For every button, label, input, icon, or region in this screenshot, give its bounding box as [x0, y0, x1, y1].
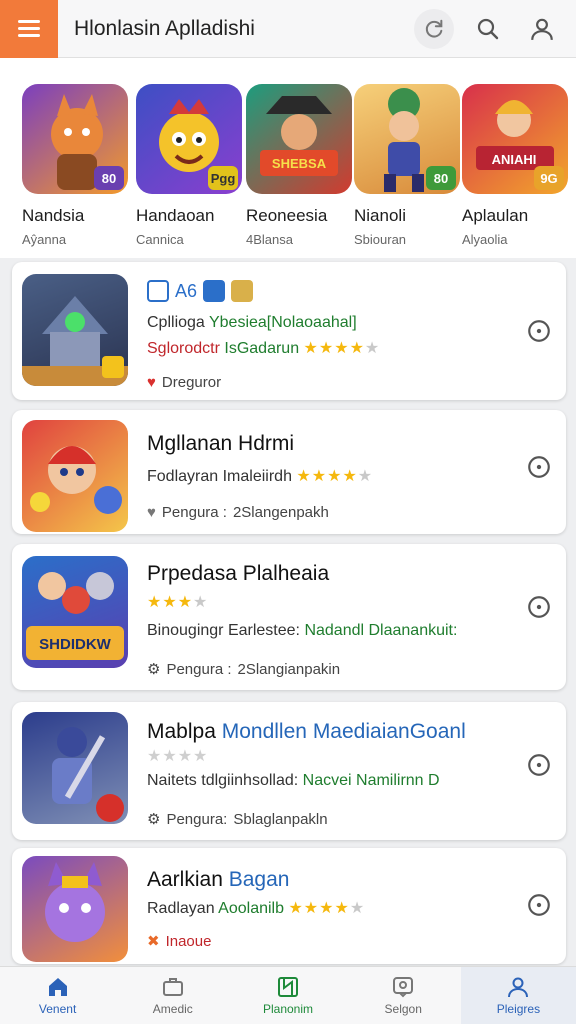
featured-apps-row: 80 Nandsia Aŷanna Pgg Handaoan Cannica S… — [0, 58, 576, 258]
gamepad-icon: ⚙ — [147, 661, 161, 678]
app-card[interactable]: Aarlkian Bagan Radlayan Aoolanilb ★★★★★ … — [12, 848, 566, 964]
version-badge: A6 — [175, 280, 198, 301]
bottom-navigation: Venent Amedic Planonim Selgon Pleigres — [0, 966, 576, 1024]
home-icon — [48, 978, 67, 996]
featured-app-name: Handaoan — [136, 206, 215, 225]
trophy-icon — [231, 280, 254, 302]
share-icon[interactable] — [526, 318, 552, 344]
top-app-bar: Hlonlasin Aplladishi — [0, 0, 576, 58]
featured-app[interactable]: ANIAHI 9G Aplaulan Alyaolia — [462, 84, 568, 247]
rating-stars: ★★★★ — [147, 748, 209, 765]
app-card-footer: ♥ Pengura : 2Slangenpakh — [147, 504, 329, 521]
app-card-footer: ♥ Dreguror — [147, 374, 222, 391]
featured-app-name: Reoneesia — [246, 206, 328, 225]
gamepad-icon: ⚙ — [147, 811, 161, 828]
app-card[interactable]: SHDIDKW Prpedasa Plalheaia ★★★★ Binougin… — [12, 544, 566, 690]
featured-app[interactable]: SHEBSA Reoneesia 4Blansa — [246, 84, 352, 247]
search-icon — [477, 18, 499, 39]
app-card-icon — [22, 856, 128, 962]
featured-app-subtitle: Alyaolia — [462, 232, 508, 247]
featured-app-subtitle: Sbiouran — [354, 232, 407, 247]
featured-app-subtitle: Aŷanna — [22, 232, 67, 247]
featured-app-image: SHEBSA — [246, 84, 352, 194]
featured-app-subtitle: Cannica — [136, 232, 184, 247]
refresh-icon — [425, 19, 443, 37]
app-card[interactable]: A6 Cpllioga Ybesiea[Nolaoaahal] Sglorodc… — [12, 262, 566, 400]
app-card[interactable]: Mgllanan Hdrmi Fodlayran Imaleiirdh ★★★★… — [12, 410, 566, 534]
share-icon[interactable] — [526, 594, 552, 620]
svg-text:ANIAHI: ANIAHI — [492, 152, 537, 167]
share-icon[interactable] — [526, 454, 552, 480]
app-card-title: Prpedasa Plalheaia — [147, 562, 330, 585]
featured-app-name: Aplaulan — [462, 206, 529, 225]
featured-app-name: Nianoli — [354, 206, 406, 225]
nav-chat[interactable]: Selgon — [346, 967, 461, 1024]
cross-icon: ✖ — [147, 933, 160, 950]
chat-icon — [393, 977, 414, 998]
briefcase-icon — [162, 978, 183, 996]
nav-home[interactable]: Venent — [0, 967, 115, 1024]
app-card-icon — [22, 420, 128, 532]
account-button[interactable] — [522, 9, 562, 49]
app-card-title: Mablpa Mondllen MaediaianGoanl — [147, 720, 466, 743]
shield-icon — [147, 280, 169, 302]
app-title: Hlonlasin Aplladishi — [74, 16, 255, 40]
featured-app-badge: 9G — [534, 166, 564, 190]
rating-stars: ★★★★ — [147, 594, 209, 611]
share-icon[interactable] — [526, 752, 552, 778]
app-card-title: Aarlkian Bagan — [147, 868, 290, 891]
profile-icon — [508, 977, 529, 998]
app-card-title: Mgllanan Hdrmi — [147, 432, 295, 455]
app-card-line: Sglorodctr IsGadarun ★★★★★ — [147, 340, 381, 357]
app-card-footer: ⚙ Pengura: Sblaglanpakln — [147, 810, 328, 829]
rating-stars: ★★★★★ — [303, 340, 381, 357]
featured-app-image: ANIAHI 9G — [462, 84, 568, 194]
app-card-footer: ⚙ Pengura : 2Slangianpakin — [147, 660, 341, 679]
user-icon — [531, 18, 553, 40]
share-icon[interactable] — [526, 892, 552, 918]
heart-icon: ♥ — [147, 374, 156, 391]
gift-icon — [203, 280, 226, 302]
svg-text:SHDIDKW: SHDIDKW — [39, 636, 112, 653]
featured-app-badge: Pgg — [208, 166, 238, 190]
app-card-line: ★★★★ — [147, 592, 208, 612]
app-card-icon — [22, 274, 128, 386]
app-card-line: ★★★★ — [147, 746, 208, 766]
featured-app[interactable]: Pgg Handaoan Cannica — [136, 84, 242, 247]
app-card-icon — [22, 712, 128, 824]
featured-app[interactable]: 80 Nandsia Aŷanna — [22, 84, 128, 247]
app-card-line: Binougingr Earlestee: Nadandl Dlaanankui… — [147, 622, 458, 639]
featured-app-image: 80 — [22, 84, 128, 194]
app-card-line: Radlayan Aoolanilb ★★★★★ — [147, 900, 366, 917]
featured-app-badge: 80 — [94, 166, 124, 190]
nav-map[interactable]: Planonim — [230, 967, 345, 1024]
app-card-footer: ✖ Inaoue — [147, 932, 212, 951]
heart-outline-icon: ♥ — [147, 504, 156, 521]
rating-stars: ★★★★★ — [288, 900, 366, 917]
svg-text:SHEBSA: SHEBSA — [272, 156, 327, 171]
featured-app-image: Pgg — [136, 84, 242, 194]
featured-app[interactable]: 80 Nianoli Sbiouran — [354, 84, 460, 247]
search-button[interactable] — [468, 9, 508, 49]
featured-app-subtitle: 4Blansa — [246, 232, 293, 247]
nav-briefcase[interactable]: Amedic — [115, 967, 230, 1024]
app-card-line: Fodlayran Imaleiirdh ★★★★★ — [147, 468, 374, 485]
app-card[interactable]: Mablpa Mondllen MaediaianGoanl ★★★★ Nait… — [12, 702, 566, 840]
app-card-icon: SHDIDKW — [22, 556, 128, 668]
featured-app-badge: 80 — [426, 166, 456, 190]
menu-icon — [18, 20, 40, 23]
featured-app-name: Nandsia — [22, 206, 85, 225]
featured-app-image: 80 — [354, 84, 460, 194]
refresh-button[interactable] — [414, 8, 454, 49]
rating-stars: ★★★★★ — [296, 468, 374, 485]
nav-profile[interactable]: Pleigres — [460, 967, 576, 1024]
app-card-badges: A6 — [147, 280, 254, 302]
menu-button[interactable] — [0, 0, 58, 58]
app-card-line: Naitets tdlgiinhsollad: Nacvei Namilirnn… — [147, 772, 440, 789]
app-card-line: Cpllioga Ybesiea[Nolaoaahal] — [147, 314, 357, 331]
map-icon — [278, 977, 298, 997]
